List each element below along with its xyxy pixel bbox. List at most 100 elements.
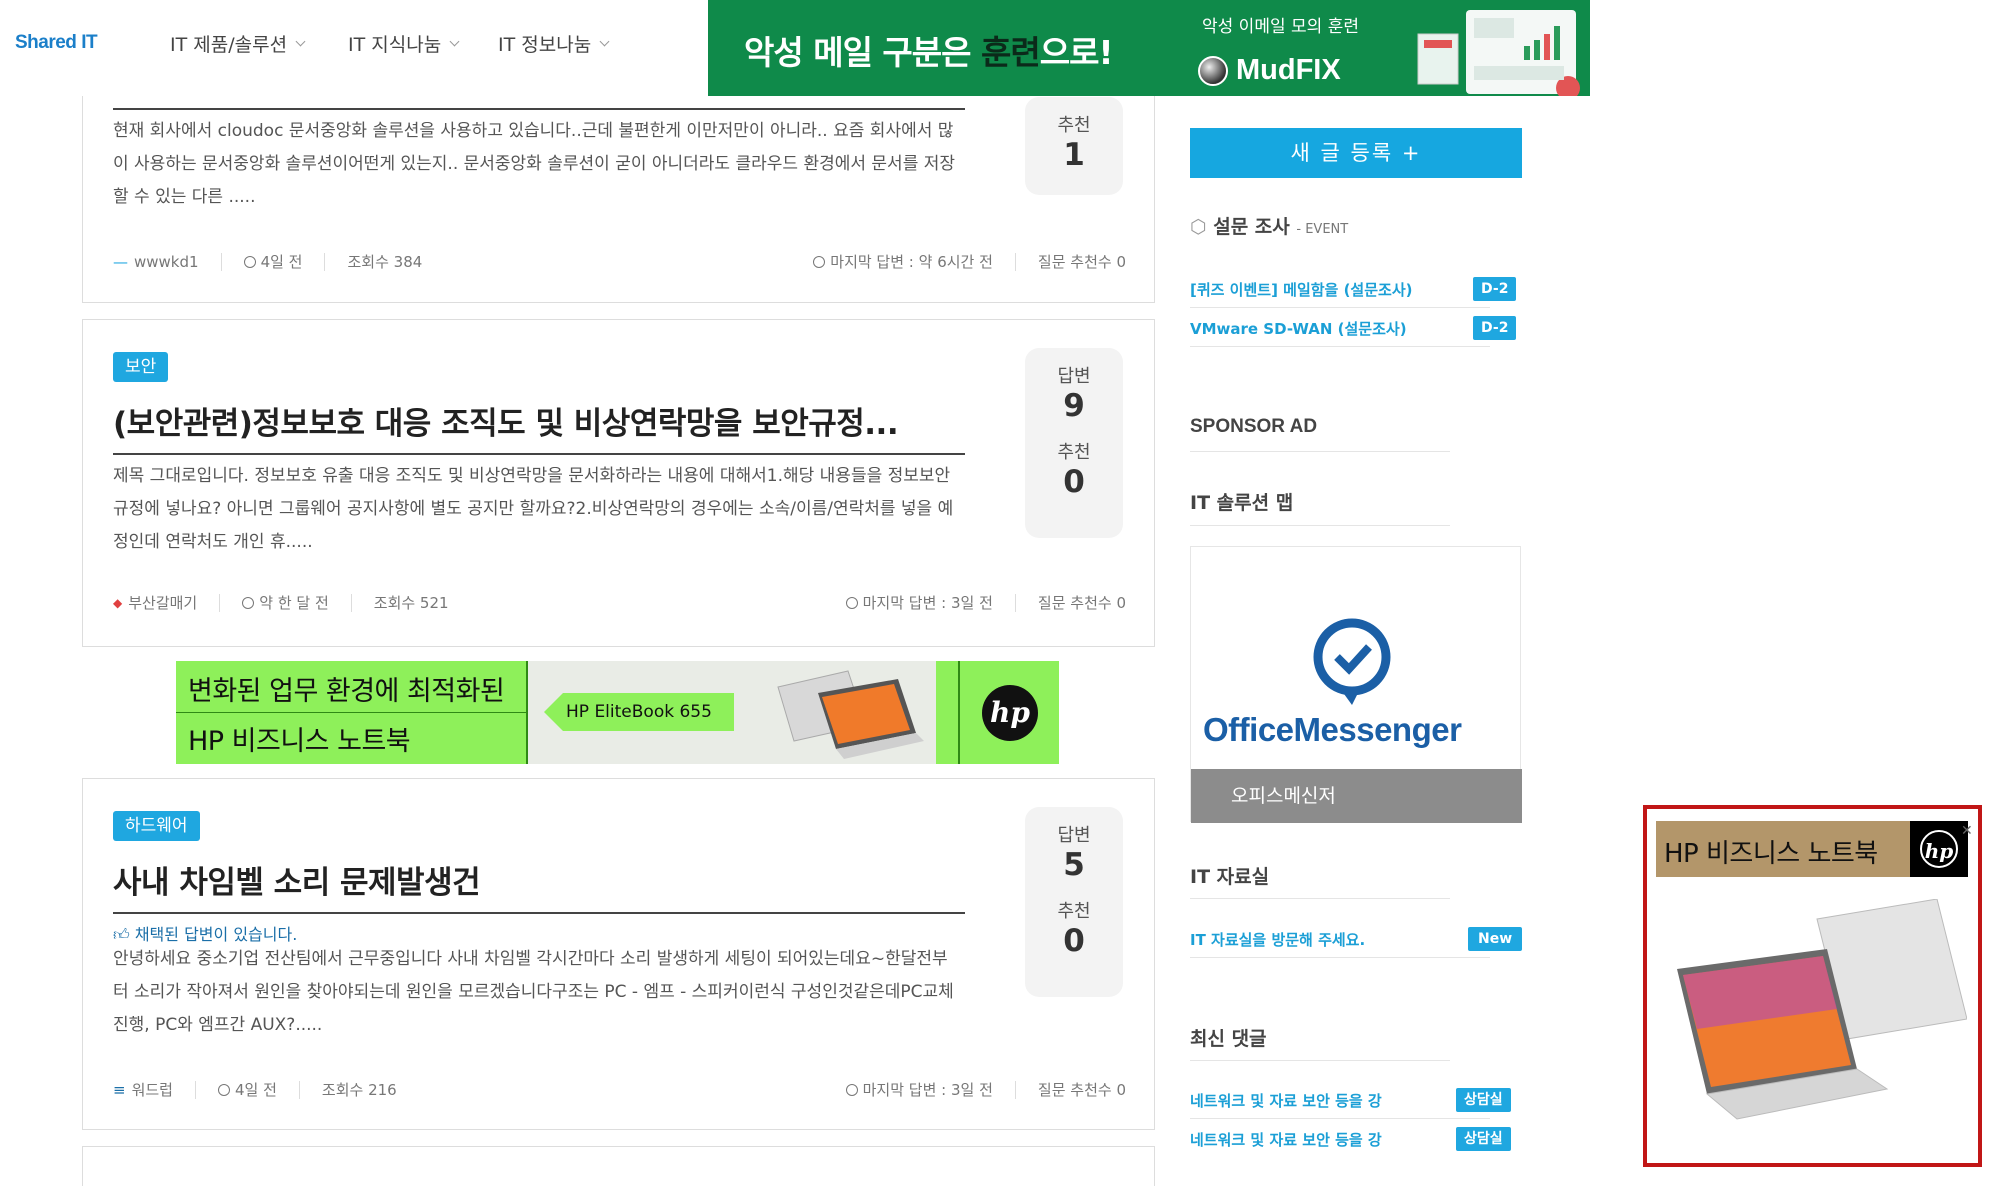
vote-label: 추천: [1057, 115, 1091, 136]
last-answer: 마지막 답변 : 3일 전: [862, 594, 993, 612]
category-tag[interactable]: 하드웨어: [113, 811, 200, 841]
office-messenger-ad[interactable]: OfficeMessenger 오피스메신저: [1190, 546, 1522, 823]
survey-heading: ⬡ 설문 조사 - EVENT: [1190, 216, 1349, 238]
clock-icon: [242, 596, 255, 609]
accepted-answer-note: 👍︎ 채택된 답변이 있습니다.: [113, 925, 298, 944]
answer-label: 답변: [1057, 366, 1091, 387]
mudfix-banner-ad[interactable]: 악성 메일 구분은 훈련으로! 악성 이메일 모의 훈련 MudFIX: [708, 0, 1590, 96]
post-views: 조회수 384: [347, 253, 423, 271]
nav-label: IT 정보나눔: [498, 34, 592, 56]
post-meta: — wwwkd1 4일 전 조회수 384 마지막 답변 : 약 6시간 전 질…: [113, 251, 1126, 272]
post-time: 4일 전: [234, 1081, 277, 1099]
hp-elitebook-banner-ad[interactable]: 변화된 업무 환경에 최적화된 HP 비즈니스 노트북 HP EliteBook…: [176, 661, 1059, 764]
hp-logo-icon: hp: [1920, 830, 1958, 868]
ad-line-1: 변화된 업무 환경에 최적화된: [188, 676, 505, 707]
banner-brand: MudFIX: [1198, 54, 1341, 87]
deadline-badge: D-2: [1473, 316, 1517, 340]
history-icon: [813, 255, 826, 268]
laptop-image-icon: [1677, 899, 1967, 1120]
category-badge: 상담실: [1456, 1088, 1511, 1112]
clock-icon: [217, 1083, 230, 1096]
question-votes: 질문 추천수 0: [1037, 594, 1126, 612]
post-time: 약 한 달 전: [259, 594, 329, 612]
user-icon: —: [113, 252, 128, 271]
survey-icon: ⬡: [1190, 216, 1207, 238]
survey-link[interactable]: VMware SD-WAN (설문조사): [1190, 318, 1407, 339]
user-icon: ◆: [113, 595, 123, 610]
chevron-down-icon: [295, 36, 306, 47]
post-excerpt: 안녕하세요 중소기업 전산팀에서 근무중입니다 사내 차임벨 각시간마다 소리 …: [113, 949, 954, 1035]
site-header: Shared IT IT 제품/솔루션 IT 지식나눔 IT 정보나눔 악성 메…: [0, 0, 2000, 96]
ad-line-2: HP 비즈니스 노트북: [188, 726, 411, 757]
post-meta: ≡ 워드럽 4일 전 조회수 216 마지막 답변 : 3일 전 질문 추천수 …: [113, 1079, 1126, 1100]
vote-box: 추천 1: [1025, 97, 1123, 195]
vote-count: 0: [1063, 923, 1085, 959]
vote-count: 0: [1063, 464, 1085, 500]
thumbs-up-icon: 👍︎: [113, 925, 130, 944]
nav-label: IT 지식나눔: [348, 34, 442, 56]
side-ad-title: HP 비즈니스 노트북: [1664, 839, 1878, 869]
close-icon[interactable]: ✕: [1961, 823, 1973, 839]
answer-label: 답변: [1057, 825, 1091, 846]
post-author[interactable]: wwwkd1: [134, 253, 199, 271]
it-library-link[interactable]: IT 자료실을 방문해 주세요.: [1190, 929, 1365, 950]
clock-icon: [243, 255, 256, 268]
last-answer: 마지막 답변 : 3일 전: [862, 1081, 993, 1099]
post-title[interactable]: (보안관련)정보보호 대응 조직도 및 비상연락망을 보안규정...: [113, 398, 965, 455]
new-post-button[interactable]: 새 글 등록 +: [1190, 128, 1522, 178]
chevron-down-icon: [599, 36, 610, 47]
chat-check-icon: [1313, 618, 1391, 705]
vote-box: 답변 9 추천 0: [1025, 348, 1123, 538]
vote-count: 1: [1063, 137, 1085, 173]
chevron-down-icon: [449, 36, 460, 47]
question-votes: 질문 추천수 0: [1037, 253, 1126, 271]
mudfix-logo-icon: [1198, 55, 1228, 86]
deadline-badge: D-2: [1473, 277, 1517, 301]
nav-it-knowledge[interactable]: IT 지식나눔: [348, 30, 460, 57]
post-meta: ◆ 부산갈매기 약 한 달 전 조회수 521 마지막 답변 : 3일 전 질문…: [113, 592, 1126, 613]
post-author[interactable]: 부산갈매기: [128, 592, 197, 613]
vote-label: 추천: [1057, 442, 1091, 463]
nav-it-products[interactable]: IT 제품/솔루션: [170, 30, 306, 57]
user-icon: ≡: [113, 1080, 126, 1099]
post-card[interactable]: [82, 1146, 1155, 1186]
answer-count: 5: [1063, 847, 1085, 883]
office-messenger-brand: OfficeMessenger: [1203, 711, 1462, 748]
history-icon: [845, 596, 858, 609]
category-badge: 상담실: [1456, 1127, 1511, 1151]
recent-comments-heading: 최신 댓글: [1190, 1028, 1267, 1050]
banner-subtitle: 악성 이메일 모의 훈련: [1202, 17, 1359, 37]
last-answer: 마지막 답변 : 약 6시간 전: [830, 253, 993, 271]
ad-model-label: HP EliteBook 655 G9: [544, 693, 734, 731]
answer-count: 9: [1063, 388, 1085, 424]
new-badge: New: [1468, 927, 1523, 951]
category-tag[interactable]: 보안: [113, 352, 169, 382]
hp-logo-icon: hp: [982, 685, 1038, 741]
post-views: 조회수 216: [321, 1081, 397, 1099]
post-excerpt: 현재 회사에서 cloudoc 문서중앙화 솔루션을 사용하고 있습니다..근데…: [113, 121, 956, 207]
nav-label: IT 제품/솔루션: [170, 34, 288, 56]
post-author[interactable]: 워드럽: [132, 1079, 173, 1100]
vote-label: 추천: [1057, 901, 1091, 922]
post-views: 조회수 521: [373, 594, 449, 612]
vote-box: 답변 5 추천 0: [1025, 807, 1123, 997]
comment-link[interactable]: 네트워크 및 자료 보안 등을 강: [1190, 1129, 1382, 1150]
post-card[interactable]: 하드웨어 사내 차임벨 소리 문제발생건 👍︎ 채택된 답변이 있습니다. 안녕…: [82, 778, 1155, 1130]
banner-headline: 악성 메일 구분은 훈련으로!: [744, 33, 1114, 72]
solution-map-heading: IT 솔루션 맵: [1190, 492, 1294, 514]
post-title[interactable]: 사내 차임벨 소리 문제발생건: [113, 857, 965, 914]
question-votes: 질문 추천수 0: [1037, 1081, 1126, 1099]
history-icon: [845, 1083, 858, 1096]
survey-link[interactable]: [퀴즈 이벤트] 메일함을 (설문조사): [1190, 279, 1413, 300]
it-library-heading: IT 자료실: [1190, 866, 1270, 888]
sponsor-heading: SPONSOR AD: [1190, 416, 1318, 437]
comment-link[interactable]: 네트워크 및 자료 보안 등을 강: [1190, 1090, 1382, 1111]
post-excerpt: 제목 그대로입니다. 정보보호 유출 대응 조직도 및 비상연락망을 문서화하라…: [113, 466, 954, 552]
post-time: 4일 전: [260, 253, 303, 271]
post-card[interactable]: 보안 (보안관련)정보보호 대응 조직도 및 비상연락망을 보안규정... 제목…: [82, 319, 1155, 647]
office-messenger-caption: 오피스메신저: [1191, 769, 1522, 823]
site-logo[interactable]: Shared IT: [15, 32, 98, 54]
hp-notebook-side-ad[interactable]: HP 비즈니스 노트북 hp ✕: [1643, 805, 1982, 1167]
dashboard-illustration-icon: [1417, 10, 1580, 96]
nav-it-info[interactable]: IT 정보나눔: [498, 30, 610, 57]
